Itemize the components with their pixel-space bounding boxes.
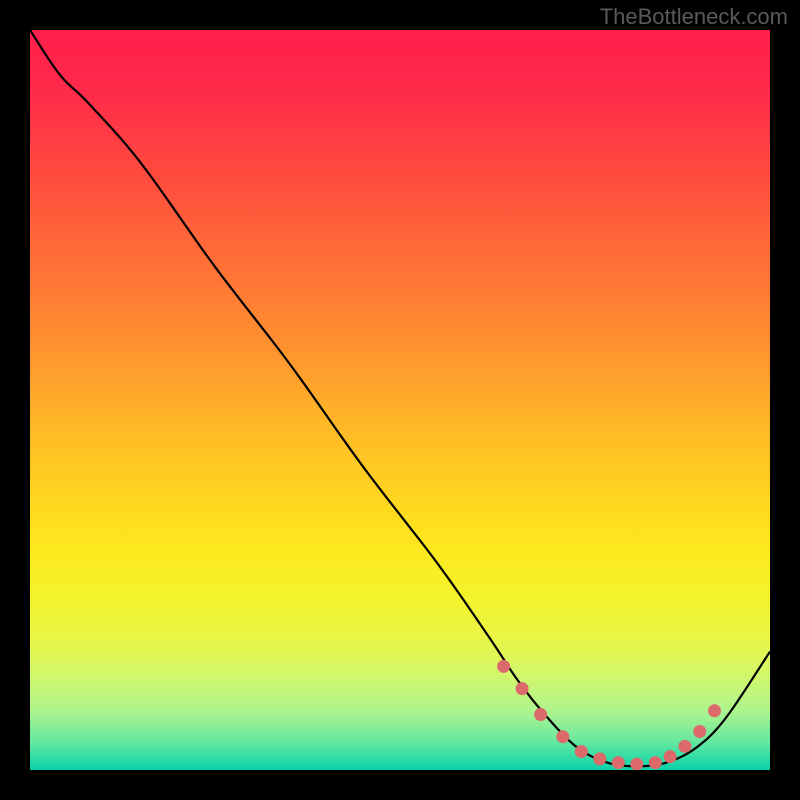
marker-dot	[575, 745, 588, 758]
attribution-text: TheBottleneck.com	[600, 4, 788, 30]
chart-overlay	[30, 30, 770, 770]
plot-area	[30, 30, 770, 770]
marker-dot	[678, 740, 691, 753]
marker-dot	[593, 752, 606, 765]
marker-dot	[534, 708, 547, 721]
marker-dot	[497, 660, 510, 673]
marker-dot	[630, 758, 643, 770]
marker-dot	[664, 750, 677, 763]
marker-dot	[649, 756, 662, 769]
marker-dot	[612, 756, 625, 769]
marker-dot	[693, 725, 706, 738]
marker-dot	[708, 704, 721, 717]
marker-dot	[556, 730, 569, 743]
marker-dot	[516, 682, 529, 695]
curve-line	[30, 30, 770, 766]
